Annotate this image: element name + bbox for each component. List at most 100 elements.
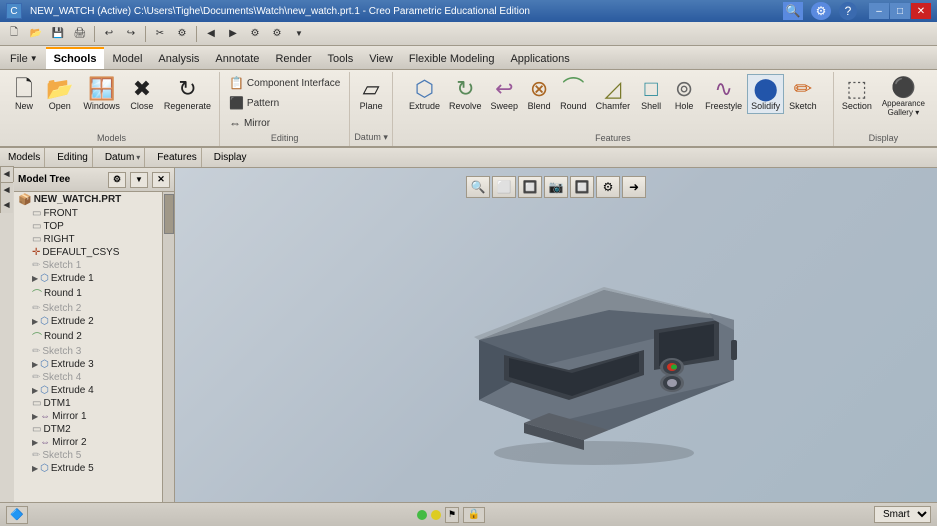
menu-flexible[interactable]: Flexible Modeling xyxy=(401,47,503,69)
menu-applications[interactable]: Applications xyxy=(502,47,577,69)
round-button[interactable]: ⌒ Round xyxy=(556,74,591,114)
tab-model-tree[interactable]: ▶ xyxy=(0,166,13,182)
close-button[interactable]: ✕ xyxy=(911,3,931,19)
hole-icon: ⊚ xyxy=(675,77,693,101)
shell-button[interactable]: □ Shell xyxy=(635,74,667,114)
chamfer-button[interactable]: ◿ Chamfer xyxy=(592,74,635,114)
component-interface-button[interactable]: 📋 Component Interface xyxy=(224,74,345,92)
open-button[interactable]: 📂 Open xyxy=(42,74,77,114)
tree-item-extrude5[interactable]: ▶ ⬡ Extrude 5 xyxy=(14,462,160,475)
tree-item-csys[interactable]: ✛ DEFAULT_CSYS xyxy=(14,246,160,259)
windows-button[interactable]: 🪟 Windows xyxy=(79,74,124,114)
section-button[interactable]: ⬚ Section xyxy=(838,74,876,114)
regenerate-button[interactable]: ↻ Regenerate xyxy=(160,74,215,114)
sketch1-icon: ✏ xyxy=(32,260,40,271)
close-button-ribbon[interactable]: ✖ Close xyxy=(126,74,158,114)
menu-model[interactable]: Model xyxy=(104,47,150,69)
qa-back-btn[interactable]: ◀ xyxy=(201,25,221,43)
tree-item-sketch1[interactable]: ✏ Sketch 1 xyxy=(14,259,160,272)
qa-cut-btn[interactable]: ✂ xyxy=(150,25,170,43)
exp2-expand: ▶ xyxy=(32,317,38,326)
menu-analysis[interactable]: Analysis xyxy=(150,47,207,69)
pattern-button[interactable]: ⬛ Pattern xyxy=(224,94,284,112)
tree-item-round2[interactable]: ⌒ Round 2 xyxy=(14,328,160,345)
revolve-button[interactable]: ↻ Revolve xyxy=(445,74,486,114)
tree-item-extrude2[interactable]: ▶ ⬡ Extrude 2 xyxy=(14,315,160,328)
blend-button[interactable]: ⊗ Blend xyxy=(523,74,555,114)
tab-layer-tree[interactable]: ▶ xyxy=(0,182,13,198)
qa-save-btn[interactable]: 💾 xyxy=(48,25,68,43)
qa-print-btn[interactable]: 🖨 xyxy=(70,25,90,43)
sweep-button[interactable]: ↩ Sweep xyxy=(487,74,523,114)
tree-item-round1[interactable]: ⌒ Round 1 xyxy=(14,285,160,302)
tree-item-root[interactable]: 📦 NEW_WATCH.PRT xyxy=(14,192,160,207)
tree-item-extrude4[interactable]: ▶ ⬡ Extrude 4 xyxy=(14,384,160,397)
hole-button[interactable]: ⊚ Hole xyxy=(668,74,700,114)
tree-item-front[interactable]: ▭ FRONT xyxy=(14,207,160,220)
tree-filter-btn[interactable]: ▼ xyxy=(130,172,148,188)
tab-something[interactable]: ▶ xyxy=(0,198,13,213)
cmd-section-features: Features xyxy=(153,148,201,167)
datum-dropdown[interactable]: ▾ xyxy=(383,132,388,142)
menu-schools[interactable]: Schools xyxy=(46,47,105,69)
vp-settings-btn[interactable]: ⚙ xyxy=(596,176,620,198)
appearance-gallery-button[interactable]: ⚫ AppearanceGallery ▾ xyxy=(878,74,929,120)
tree-item-dtm2[interactable]: ▭ DTM2 xyxy=(14,423,160,436)
tree-item-sketch3[interactable]: ✏ Sketch 3 xyxy=(14,345,160,358)
tree-collapse-btn[interactable]: ✕ xyxy=(152,172,170,188)
vp-select-btn[interactable]: 🔲 xyxy=(570,176,594,198)
plane-button[interactable]: ▱ Plane xyxy=(355,74,387,114)
menu-annotate[interactable]: Annotate xyxy=(207,47,267,69)
menu-tools[interactable]: Tools xyxy=(320,47,362,69)
mirror-button[interactable]: ⇔ Mirror xyxy=(224,114,275,132)
status-icon-btn[interactable]: 🔷 xyxy=(6,506,28,524)
qa-new-btn[interactable]: 🗋 xyxy=(4,25,24,43)
new-button[interactable]: 🗋 New xyxy=(8,74,40,114)
qa-dropdown-btn[interactable]: ▼ xyxy=(289,25,309,43)
help-icon[interactable]: ? xyxy=(839,2,857,20)
extrude-button[interactable]: ⬡ Extrude xyxy=(405,74,444,114)
tree-item-dtm1[interactable]: ▭ DTM1 xyxy=(14,397,160,410)
tree-item-mirror1[interactable]: ▶ ⇔ Mirror 1 xyxy=(14,410,160,423)
tree-scrollbar[interactable] xyxy=(162,192,174,502)
tree-item-extrude1[interactable]: ▶ ⬡ Extrude 1 xyxy=(14,272,160,285)
tree-item-mirror2[interactable]: ▶ ⇔ Mirror 2 xyxy=(14,436,160,449)
tree-item-sketch4[interactable]: ✏ Sketch 4 xyxy=(14,371,160,384)
qa-redo-btn[interactable]: ↪ xyxy=(121,25,141,43)
vp-pointer-btn[interactable]: ➜ xyxy=(622,176,646,198)
exp3-expand: ▶ xyxy=(32,360,38,369)
qa-open-btn[interactable]: 📂 xyxy=(26,25,46,43)
minimize-button[interactable]: – xyxy=(869,3,889,19)
tree-scroll-area[interactable]: 📦 NEW_WATCH.PRT ▭ FRONT ▭ TOP xyxy=(14,192,174,502)
tree-item-extrude3[interactable]: ▶ ⬡ Extrude 3 xyxy=(14,358,160,371)
appearance-icon: ⚫ xyxy=(891,77,916,99)
sketch-button[interactable]: ✏ Sketch xyxy=(785,74,821,114)
tree-item-sketch2[interactable]: ✏ Sketch 2 xyxy=(14,302,160,315)
tree-settings-btn[interactable]: ⚙ xyxy=(108,172,126,188)
qa-misc-btn[interactable]: ⚙ xyxy=(267,25,287,43)
qa-more-btn[interactable]: ⚙ xyxy=(172,25,192,43)
solidify-button[interactable]: ⬤ Solidify xyxy=(747,74,784,114)
status-lock-btn[interactable]: 🔒 xyxy=(463,507,485,523)
tree-item-sketch5[interactable]: ✏ Sketch 5 xyxy=(14,449,160,462)
menu-view[interactable]: View xyxy=(361,47,401,69)
section-icon: ⬚ xyxy=(846,77,867,101)
tree-item-right[interactable]: ▭ RIGHT xyxy=(14,233,160,246)
vp-zoom-btn[interactable]: 🔍 xyxy=(466,176,490,198)
maximize-button[interactable]: □ xyxy=(890,3,910,19)
menu-render[interactable]: Render xyxy=(267,47,319,69)
vp-camera-btn[interactable]: 📷 xyxy=(544,176,568,198)
menu-file[interactable]: File ▼ xyxy=(2,47,46,69)
qa-undo-btn[interactable]: ↩ xyxy=(99,25,119,43)
qa-regen-btn[interactable]: ⚙ xyxy=(245,25,265,43)
qa-forward-btn[interactable]: ▶ xyxy=(223,25,243,43)
tree-scroll-thumb[interactable] xyxy=(164,194,174,234)
viewport[interactable]: 🔍 ⬜ 🔲 📷 🔲 ⚙ ➜ xyxy=(175,168,937,502)
smart-select[interactable]: Smart xyxy=(874,506,931,523)
status-flag-btn[interactable]: ⚑ xyxy=(445,507,459,523)
freestyle-button[interactable]: ∿ Freestyle xyxy=(701,74,746,114)
vp-fit-btn[interactable]: ⬜ xyxy=(492,176,516,198)
cmd-datum-dropdown[interactable]: Datum ▾ xyxy=(105,152,140,163)
vp-box-btn[interactable]: 🔲 xyxy=(518,176,542,198)
tree-item-top[interactable]: ▭ TOP xyxy=(14,220,160,233)
